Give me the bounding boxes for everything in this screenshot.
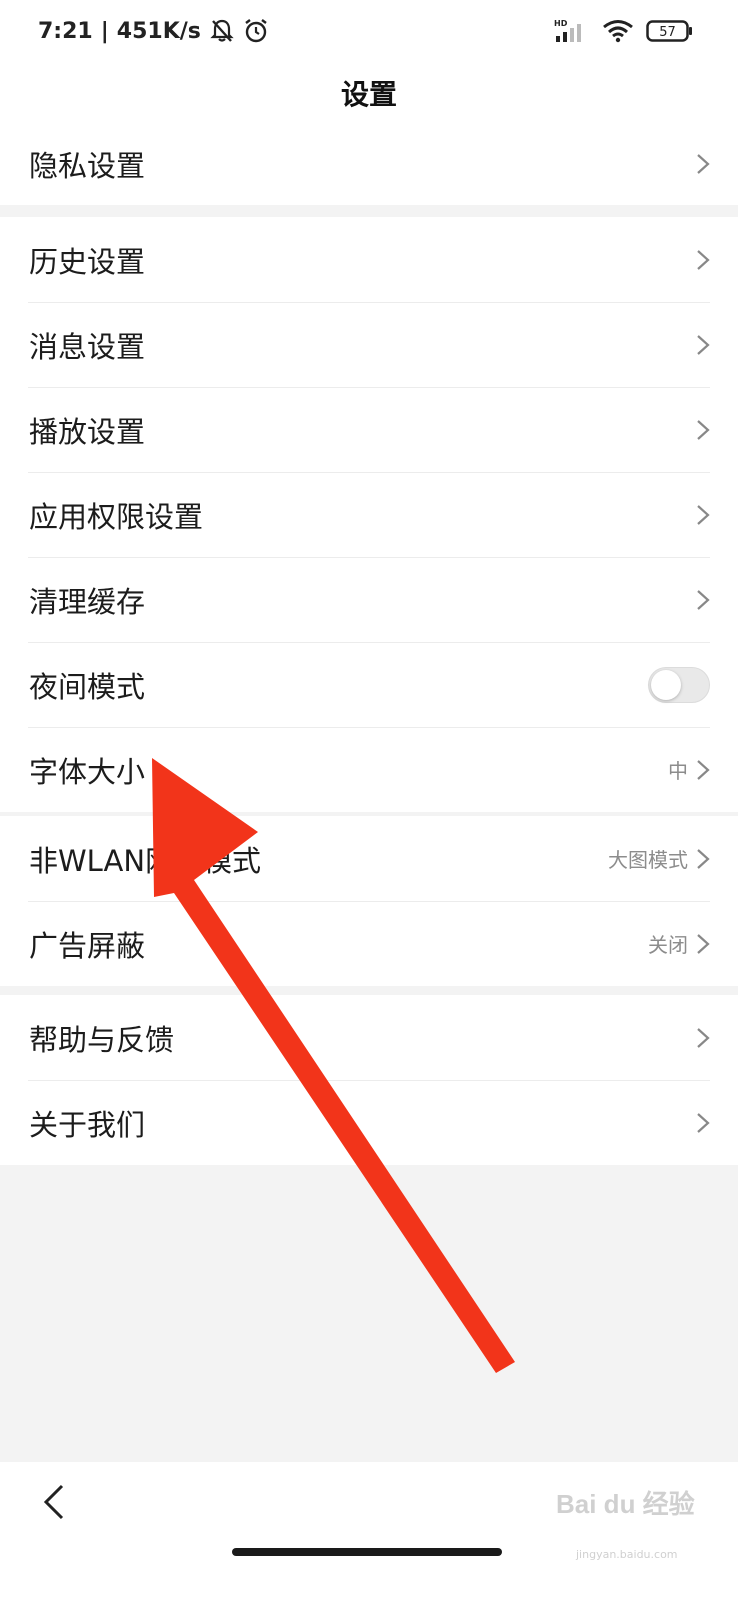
- svg-text:57: 57: [659, 25, 676, 40]
- alarm-icon: [245, 19, 267, 43]
- row-label: 广告屏蔽: [29, 928, 146, 963]
- row-night-mode: 夜间模式: [0, 642, 738, 727]
- page-title: 设置: [340, 77, 397, 111]
- toggle-knob: [651, 669, 681, 700]
- status-separator: |: [100, 18, 109, 44]
- chevron-right-icon: [697, 154, 710, 174]
- row-about-us[interactable]: 关于我们: [0, 1080, 738, 1165]
- row-label: 历史设置: [29, 244, 146, 279]
- row-value: 大图模式: [608, 848, 688, 872]
- row-label: 非WLAN网络模式: [29, 843, 262, 878]
- row-message-settings[interactable]: 消息设置: [0, 302, 738, 387]
- settings-group-privacy: 隐私设置: [0, 123, 738, 205]
- row-value: 中: [668, 759, 688, 783]
- chevron-right-icon: [697, 589, 710, 610]
- chevron-right-icon: [697, 848, 710, 869]
- row-label: 关于我们: [29, 1107, 146, 1142]
- row-label: 播放设置: [29, 414, 146, 449]
- status-bar: 7:21 | 451K/s HD 57: [0, 0, 738, 62]
- row-label: 夜间模式: [29, 669, 146, 704]
- chevron-right-icon: [697, 419, 710, 440]
- back-arrow-icon[interactable]: [38, 1482, 72, 1522]
- row-label: 消息设置: [29, 329, 146, 364]
- row-privacy-settings[interactable]: 隐私设置: [0, 123, 738, 205]
- night-mode-toggle[interactable]: [648, 666, 710, 703]
- svg-text:HD: HD: [554, 19, 568, 28]
- battery-icon: 57: [646, 20, 692, 42]
- title-bar: 设置: [0, 62, 738, 124]
- row-playback-settings[interactable]: 播放设置: [0, 387, 738, 472]
- status-time: 7:21: [38, 18, 93, 44]
- chevron-right-icon: [697, 334, 710, 355]
- row-non-wlan-mode[interactable]: 非WLAN网络模式 大图模式: [0, 816, 738, 901]
- row-label: 清理缓存: [29, 584, 146, 619]
- row-label: 隐私设置: [29, 149, 146, 183]
- row-label: 帮助与反馈: [29, 1022, 175, 1057]
- row-history-settings[interactable]: 历史设置: [0, 217, 738, 302]
- settings-group-about: 帮助与反馈 关于我们: [0, 995, 738, 1165]
- chevron-right-icon: [697, 504, 710, 525]
- wifi-icon: [603, 20, 633, 43]
- status-right: HD 57: [554, 18, 694, 44]
- settings-group-general: 历史设置 消息设置 播放设置 应用权限设置 清理缓存 夜间模式 字体大小 中: [0, 217, 738, 812]
- signal-icon: HD: [554, 19, 581, 42]
- row-font-size[interactable]: 字体大小 中: [0, 727, 738, 812]
- status-left: 7:21 | 451K/s: [38, 18, 269, 44]
- baidu-watermark: Bai du 经验: [556, 1489, 695, 1519]
- baidu-watermark-url: jingyan.baidu.com: [576, 1548, 678, 1561]
- row-help-feedback[interactable]: 帮助与反馈: [0, 995, 738, 1080]
- row-ad-block[interactable]: 广告屏蔽 关闭: [0, 901, 738, 986]
- row-value: 关闭: [648, 933, 688, 957]
- mute-bell-icon: [210, 19, 234, 42]
- chevron-right-icon: [697, 249, 710, 270]
- chevron-right-icon: [697, 1112, 710, 1133]
- row-app-permission-settings[interactable]: 应用权限设置: [0, 472, 738, 557]
- settings-group-network: 非WLAN网络模式 大图模式 广告屏蔽 关闭: [0, 816, 738, 986]
- bottom-navigation-bar: [0, 1462, 738, 1600]
- row-label: 应用权限设置: [29, 499, 204, 534]
- row-label: 字体大小: [29, 754, 146, 789]
- home-indicator[interactable]: [232, 1548, 502, 1556]
- network-speed: 451K/s: [116, 18, 201, 44]
- chevron-right-icon: [697, 759, 710, 780]
- chevron-right-icon: [697, 933, 710, 954]
- chevron-right-icon: [697, 1027, 710, 1048]
- row-clear-cache[interactable]: 清理缓存: [0, 557, 738, 642]
